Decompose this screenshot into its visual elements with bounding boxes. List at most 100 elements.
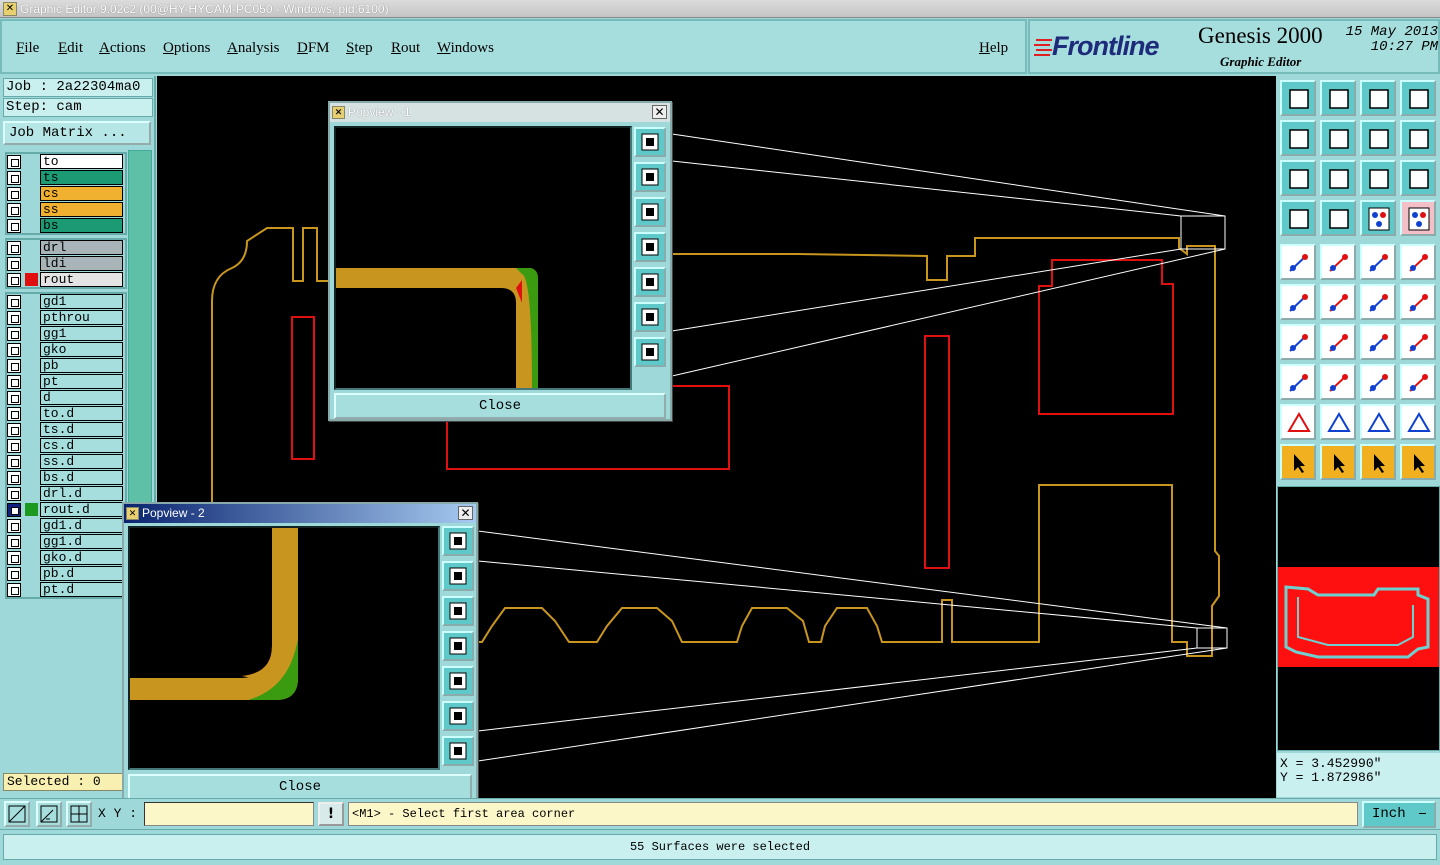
layer-checkbox[interactable] bbox=[7, 551, 21, 565]
layer-checkbox[interactable] bbox=[7, 155, 21, 169]
layer-name[interactable]: bs bbox=[40, 218, 123, 233]
layer-checkbox[interactable] bbox=[7, 203, 21, 217]
layer-row-gd1[interactable]: gd1 bbox=[5, 294, 125, 309]
popview-1-pan-left-icon[interactable] bbox=[634, 232, 666, 262]
pad-select-icon[interactable] bbox=[1280, 364, 1316, 400]
layer-checkbox[interactable] bbox=[7, 391, 21, 405]
popview-1-zoom-out-icon[interactable] bbox=[634, 337, 666, 367]
popview-1-viewport[interactable] bbox=[334, 126, 632, 390]
layer-name[interactable]: d bbox=[40, 390, 123, 405]
ruler-icon[interactable] bbox=[1360, 244, 1396, 280]
window-icon[interactable] bbox=[1400, 80, 1436, 116]
layer-row-gg1[interactable]: gg1 bbox=[5, 326, 125, 341]
layer-row-pb[interactable]: pb bbox=[5, 358, 125, 373]
popview-1-pan-up-icon[interactable] bbox=[634, 162, 666, 192]
select-arrow-icon[interactable] bbox=[1280, 444, 1316, 480]
menu-analysis[interactable]: Analysis bbox=[227, 40, 280, 57]
zoom-area-tool-icon[interactable] bbox=[4, 801, 30, 827]
popview-1-close-button[interactable]: Close bbox=[334, 393, 666, 419]
layer-row-drl[interactable]: drl bbox=[5, 240, 125, 255]
popview-1-zoom-in-icon[interactable] bbox=[634, 302, 666, 332]
menu-edit[interactable]: Edit bbox=[58, 40, 83, 57]
layer-row-gko[interactable]: gko bbox=[5, 342, 125, 357]
pan-left-icon[interactable] bbox=[1280, 120, 1316, 156]
select-cursor-icon[interactable] bbox=[1360, 444, 1396, 480]
node-connect-icon[interactable] bbox=[1280, 284, 1316, 320]
node-arrow-icon[interactable] bbox=[1360, 284, 1396, 320]
dimension-icon[interactable] bbox=[1360, 364, 1396, 400]
popview-2-pan-left-icon[interactable] bbox=[442, 631, 474, 661]
units-select[interactable]: Inch ⎯ bbox=[1362, 801, 1436, 828]
layer-row-d[interactable]: d bbox=[5, 390, 125, 405]
layer-name[interactable]: pb bbox=[40, 358, 123, 373]
layer-name[interactable]: rout bbox=[40, 272, 123, 287]
layer-checkbox[interactable] bbox=[7, 219, 21, 233]
help-icon[interactable] bbox=[1400, 160, 1436, 196]
triangle-split-icon[interactable] bbox=[1400, 404, 1436, 440]
color-panel-icon[interactable] bbox=[1360, 200, 1396, 236]
popview-2-pan-up-icon[interactable] bbox=[442, 561, 474, 591]
layer-checkbox[interactable] bbox=[7, 535, 21, 549]
layer-row-to[interactable]: to bbox=[5, 154, 125, 169]
layer-row-gko.d[interactable]: gko.d bbox=[5, 550, 125, 565]
edit-tools-icon[interactable] bbox=[1280, 200, 1316, 236]
layer-name[interactable]: to.d bbox=[40, 406, 123, 421]
layer-checkbox[interactable] bbox=[7, 407, 21, 421]
popview-2-close-icon[interactable]: ✕ bbox=[458, 506, 473, 520]
xy-input[interactable] bbox=[144, 802, 314, 826]
layer-row-ss.d[interactable]: ss.d bbox=[5, 454, 125, 469]
popview-1-pan-right-icon[interactable] bbox=[634, 267, 666, 297]
layer-name[interactable]: pt bbox=[40, 374, 123, 389]
layer-checkbox[interactable] bbox=[7, 257, 21, 271]
multi-pad-icon[interactable] bbox=[1400, 364, 1436, 400]
layer-name[interactable]: gd1 bbox=[40, 294, 123, 309]
layer-checkbox[interactable] bbox=[7, 343, 21, 357]
rotate-icon[interactable] bbox=[1360, 120, 1396, 156]
job-matrix-button[interactable]: Job Matrix ... bbox=[3, 121, 151, 145]
layer-name[interactable]: gg1.d bbox=[40, 534, 123, 549]
layer-checkbox[interactable] bbox=[7, 359, 21, 373]
select-box-icon[interactable] bbox=[1320, 444, 1356, 480]
layer-row-cs.d[interactable]: cs.d bbox=[5, 438, 125, 453]
layer-name[interactable]: to bbox=[40, 154, 123, 169]
layer-name[interactable]: ts.d bbox=[40, 422, 123, 437]
layer-name[interactable]: pt.d bbox=[40, 582, 123, 597]
menu-step[interactable]: Step bbox=[346, 40, 373, 57]
pan-right-icon[interactable] bbox=[1320, 120, 1356, 156]
popview-1-zoom-fit-icon[interactable] bbox=[634, 127, 666, 157]
layer-row-rout.d[interactable]: rout.d bbox=[5, 502, 125, 517]
triangle-red-icon[interactable] bbox=[1280, 404, 1316, 440]
layer-row-rout[interactable]: rout bbox=[5, 272, 125, 287]
layer-row-ts.d[interactable]: ts.d bbox=[5, 422, 125, 437]
layer-name[interactable]: ss bbox=[40, 202, 123, 217]
line-diagonal-icon[interactable] bbox=[1320, 324, 1356, 360]
popview-2-close-button[interactable]: Close bbox=[128, 774, 472, 800]
house-icon[interactable] bbox=[1360, 80, 1396, 116]
layer-name[interactable]: drl.d bbox=[40, 486, 123, 501]
fit-center-icon[interactable] bbox=[1320, 160, 1356, 196]
layer-checkbox[interactable] bbox=[7, 567, 21, 581]
popview-2-zoom-fit-icon[interactable] bbox=[442, 526, 474, 556]
triangle-outline-icon[interactable] bbox=[1360, 404, 1396, 440]
popview-2-titlebar[interactable]: ✕ Popview - 2 bbox=[124, 504, 476, 523]
popview-1-titlebar[interactable]: ✕ Popview - 1 bbox=[330, 103, 670, 122]
measure-tool-icon[interactable] bbox=[36, 801, 62, 827]
layer-checkbox[interactable] bbox=[7, 583, 21, 597]
layer-row-bs[interactable]: bs bbox=[5, 218, 125, 233]
layer-checkbox[interactable] bbox=[7, 273, 21, 287]
layer-row-bs.d[interactable]: bs.d bbox=[5, 470, 125, 485]
layer-row-pb.d[interactable]: pb.d bbox=[5, 566, 125, 581]
layer-checkbox[interactable] bbox=[7, 423, 21, 437]
snake-icon[interactable] bbox=[1400, 120, 1436, 156]
pad-arrow-icon[interactable] bbox=[1280, 244, 1316, 280]
layer-name[interactable]: ss.d bbox=[40, 454, 123, 469]
layer-name[interactable]: drl bbox=[40, 240, 123, 255]
popview-2-pan-right-icon[interactable] bbox=[442, 666, 474, 696]
menu-options[interactable]: Options bbox=[163, 40, 211, 57]
menu-file[interactable]: File bbox=[16, 40, 39, 57]
layer-checkbox[interactable] bbox=[7, 327, 21, 341]
menu-rout[interactable]: Rout bbox=[391, 40, 420, 57]
menu-windows[interactable]: Windows bbox=[437, 40, 494, 57]
zoom-in-icon[interactable] bbox=[1320, 80, 1356, 116]
fit-all-icon[interactable] bbox=[1280, 160, 1316, 196]
